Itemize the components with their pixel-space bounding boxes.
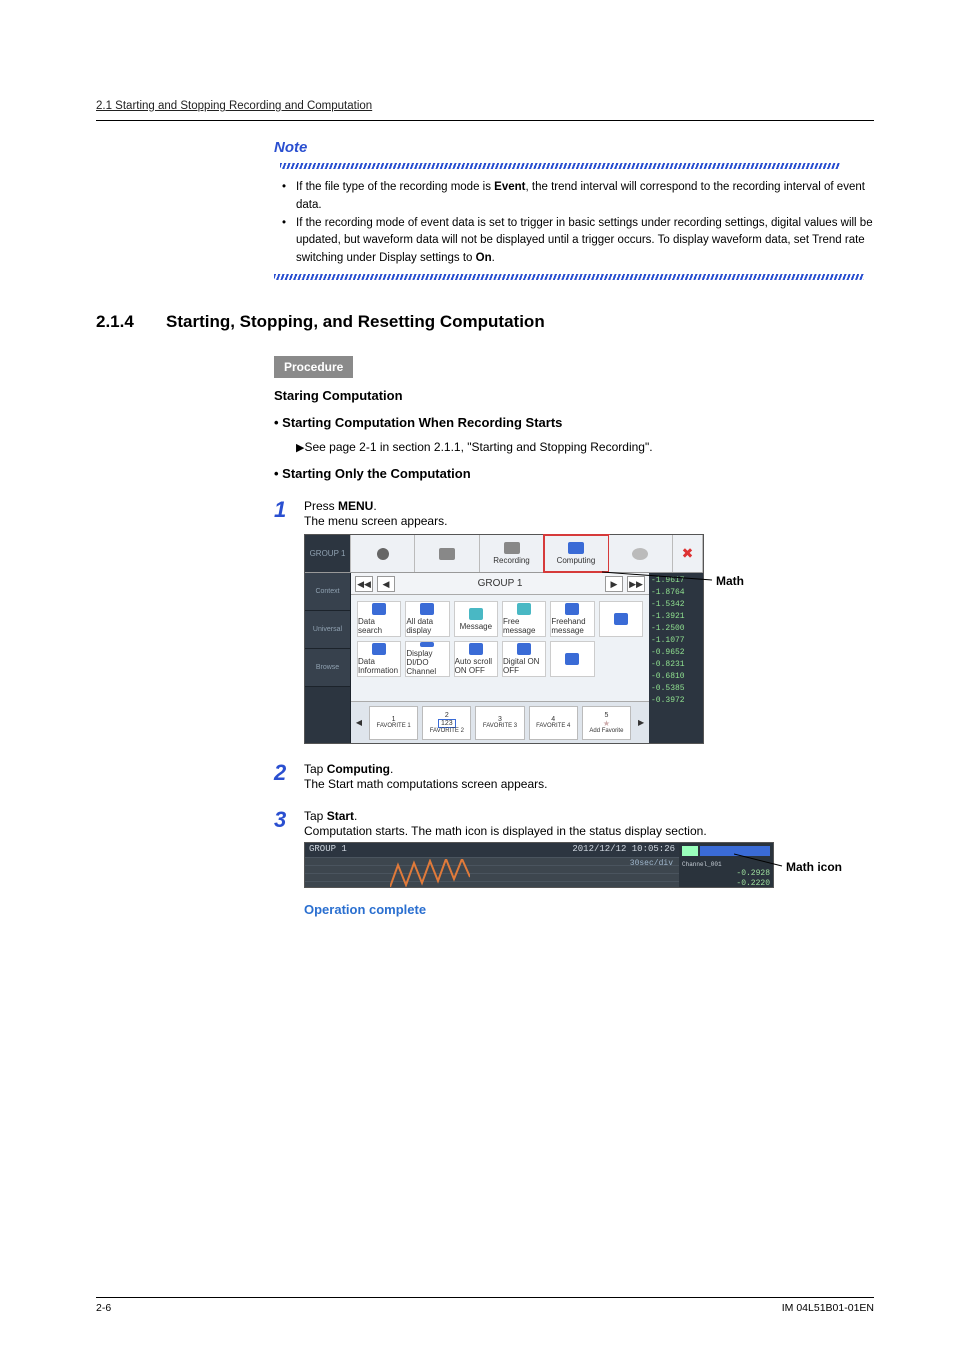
trend-scale: 30sec/div xyxy=(630,859,673,868)
favorite-1[interactable]: 1FAVORITE 1 xyxy=(369,706,418,740)
ss-sidebar: Context Universal Browse xyxy=(305,573,351,743)
operation-complete: Operation complete xyxy=(304,902,874,917)
running-head: 2.1 Starting and Stopping Recording and … xyxy=(96,96,874,121)
rule xyxy=(96,120,874,121)
hatch-rule-top xyxy=(280,163,840,169)
grid-cell[interactable]: Data search xyxy=(357,601,401,637)
step-lead: Press MENU. xyxy=(304,499,874,513)
math-callout: Math xyxy=(716,574,744,588)
info-icon xyxy=(372,643,386,655)
brightness-icon xyxy=(632,548,648,560)
sidebar-universal[interactable]: Universal xyxy=(305,611,350,649)
step-2: 2 Tap Computing. The Start math computat… xyxy=(274,762,874,791)
subheading: Staring Computation xyxy=(274,388,874,403)
bullet-item: Starting Only the Computation xyxy=(274,466,874,481)
home-button[interactable] xyxy=(351,535,415,572)
step-sub: Computation starts. The math icon is dis… xyxy=(304,824,874,838)
note-item: If the file type of the recording mode i… xyxy=(296,179,874,215)
page-number: 2-6 xyxy=(96,1302,111,1314)
close-icon: ✖ xyxy=(682,545,694,562)
section-title: Starting, Stopping, and Resetting Comput… xyxy=(166,312,545,332)
menu-grid: Data search All data display Message Fre… xyxy=(351,595,649,701)
grid-cell[interactable]: All data display xyxy=(405,601,449,637)
freehand-icon xyxy=(565,603,579,615)
favorite-add[interactable]: 5★Add Favorite xyxy=(582,706,631,740)
grid-cell[interactable]: Data Information xyxy=(357,641,401,677)
doc-id: IM 04L51B01-01EN xyxy=(782,1302,874,1314)
step-number: 1 xyxy=(274,499,304,744)
eject-icon xyxy=(439,548,455,560)
channel-label: Channel_001 xyxy=(682,861,722,868)
step-number: 3 xyxy=(274,809,304,917)
sidebar-context[interactable]: Context xyxy=(305,573,350,611)
see-reference: ▶See page 2-1 in section 2.1.1, "Startin… xyxy=(296,440,874,454)
step-1: 1 Press MENU. The menu screen appears. G… xyxy=(274,499,874,744)
step-3: 3 Tap Start. Computation starts. The mat… xyxy=(274,809,874,917)
disp-toggle-icon xyxy=(682,846,698,856)
section-reference: 2.1 Starting and Stopping Recording and … xyxy=(96,100,372,112)
search-icon xyxy=(372,603,386,615)
value-2: -0.2220 xyxy=(736,879,770,888)
grid-cell[interactable]: Digital ON OFF xyxy=(502,641,546,677)
grid-cell[interactable]: Free message xyxy=(502,601,546,637)
step-sub: The Start math computations screen appea… xyxy=(304,777,874,791)
favorite-4[interactable]: 4FAVORITE 4 xyxy=(529,706,578,740)
step-lead: Tap Start. xyxy=(304,809,874,823)
note-block: Note If the file type of the recording m… xyxy=(274,139,874,280)
see-text: See page 2-1 in section 2.1.1, "Starting… xyxy=(304,440,652,454)
fav-next[interactable]: ▶ xyxy=(633,718,649,727)
math-icon-callout: Math icon xyxy=(786,860,842,874)
computing-button[interactable]: Computing xyxy=(544,535,608,572)
recording-button[interactable]: Recording xyxy=(480,535,544,572)
note-list: If the file type of the recording mode i… xyxy=(274,179,874,268)
digital-icon xyxy=(517,643,531,655)
note-title: Note xyxy=(274,139,307,156)
favorite-3[interactable]: 3FAVORITE 3 xyxy=(475,706,524,740)
scale-icon xyxy=(614,613,628,625)
step-number: 2 xyxy=(274,762,304,791)
callout-line-icon xyxy=(602,562,720,582)
group-label: GROUP 1 xyxy=(478,578,523,589)
section-number: 2.1.4 xyxy=(96,312,166,332)
favourites-bar: ◀ 1FAVORITE 1 2123FAVORITE 2 3FAVORITE 3… xyxy=(351,701,649,743)
bullet-item: Starting Computation When Recording Star… xyxy=(274,415,874,430)
nav-first[interactable]: ◀◀ xyxy=(355,576,373,592)
status-screenshot: GROUP 1 2012/12/12 10:05:26 30sec/div xyxy=(304,842,774,888)
waveform-icon xyxy=(390,859,470,887)
message-icon xyxy=(469,608,483,620)
hatch-rule-bottom xyxy=(274,274,864,280)
grid-cell[interactable]: Message xyxy=(454,601,498,637)
note-item: If the recording mode of event data is s… xyxy=(296,215,874,268)
fav-prev[interactable]: ◀ xyxy=(351,718,367,727)
section-heading: 2.1.4 Starting, Stopping, and Resetting … xyxy=(96,312,874,332)
callout-line-icon xyxy=(734,852,786,872)
freemsg-icon xyxy=(517,603,531,615)
status-group: GROUP 1 xyxy=(309,844,347,856)
grid-cell[interactable] xyxy=(550,641,594,677)
nav-prev[interactable]: ◀ xyxy=(377,576,395,592)
step-lead: Tap Computing. xyxy=(304,762,874,776)
ss-top-group[interactable]: GROUP 1 xyxy=(305,535,351,572)
record-icon xyxy=(504,542,520,554)
grid-cell[interactable]: Display DI/DO Channel xyxy=(405,641,449,677)
misc-icon xyxy=(565,653,579,665)
value-strip: -1.9617 -1.8764 -1.5342 -1.3921 -1.2500 … xyxy=(649,573,703,743)
autoscroll-icon xyxy=(469,643,483,655)
grid-cell[interactable]: Auto scroll ON OFF xyxy=(454,641,498,677)
grid-cell[interactable] xyxy=(599,601,643,637)
computing-icon xyxy=(568,542,584,554)
favorite-2[interactable]: 2123FAVORITE 2 xyxy=(422,706,471,740)
status-timestamp: 2012/12/12 10:05:26 xyxy=(572,844,675,856)
grid-cell[interactable]: Freehand message xyxy=(550,601,594,637)
home-icon xyxy=(377,548,389,560)
step-sub: The menu screen appears. xyxy=(304,514,874,528)
display-icon xyxy=(420,603,434,615)
procedure-badge: Procedure xyxy=(274,356,353,378)
dido-icon xyxy=(420,642,434,647)
page-footer: 2-6 IM 04L51B01-01EN xyxy=(96,1297,874,1314)
sidebar-browse[interactable]: Browse xyxy=(305,649,350,687)
eject-button[interactable] xyxy=(415,535,479,572)
